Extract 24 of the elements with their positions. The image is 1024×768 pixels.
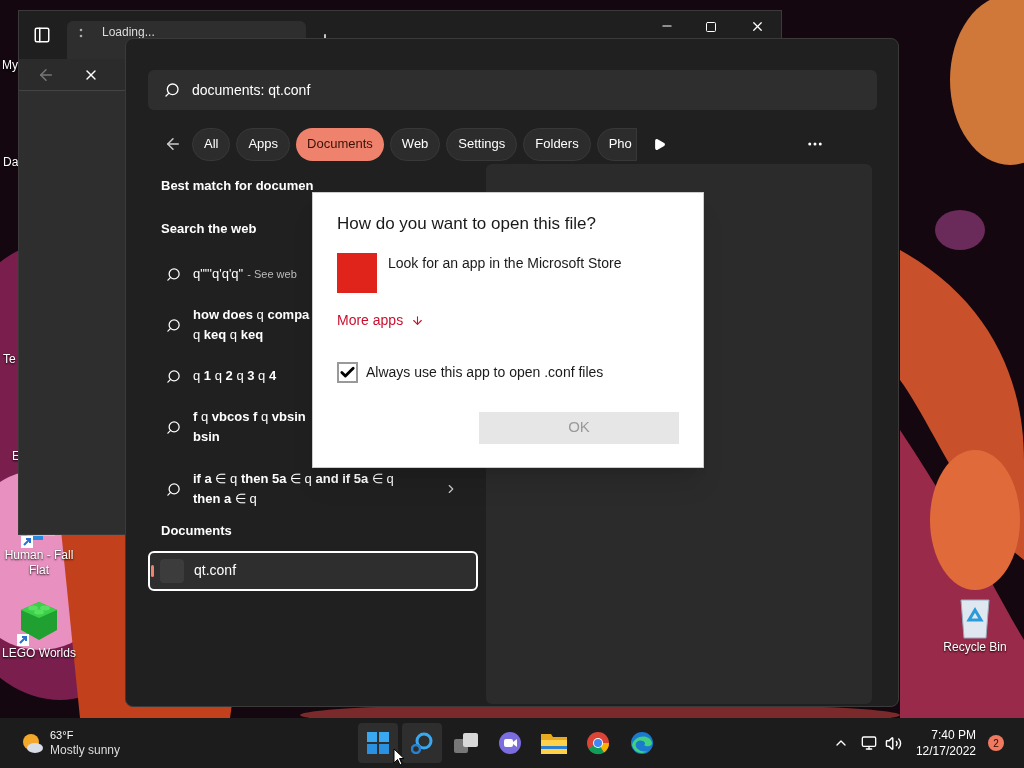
icon-label: LEGO Worlds (2, 646, 76, 661)
clock-date: 12/17/2022 (915, 743, 976, 759)
result-text: q 1 q 2 q 3 q 4 (193, 367, 277, 385)
weather-condition: Mostly sunny (50, 743, 121, 758)
dialog-title: How do you want to open this file? (337, 213, 597, 235)
file-name: qt.conf (194, 561, 237, 580)
section-heading: Documents (161, 522, 232, 540)
result-hint: - See web (247, 266, 297, 282)
result-text: q""'q'q'q" (193, 265, 244, 283)
clock-time: 7:40 PM (931, 727, 976, 743)
option-label: Look for an app in the Microsoft Store (388, 253, 622, 273)
section-heading: Best match for documen (161, 177, 314, 195)
temperature: 63°F (50, 728, 75, 743)
tab-title: Loading... (102, 25, 155, 39)
result-text: f q vbcos f q vbsin bsin (193, 408, 306, 446)
section-heading: Search the web (161, 219, 257, 238)
checkbox-label: Always use this app to open .conf files (366, 362, 604, 382)
icon-label: My (2, 58, 18, 73)
icon-label: Da (3, 155, 19, 170)
search-query: documents: qt.conf (192, 80, 311, 100)
icon-label: Te (3, 352, 16, 367)
icon-label: Recycle Bin (943, 640, 1007, 655)
result-text: if a ∈ q then 5a ∈ q and if 5a ∈ q then a ∈ q (193, 470, 394, 508)
result-text: how does q compa q keq q keq (193, 306, 310, 344)
